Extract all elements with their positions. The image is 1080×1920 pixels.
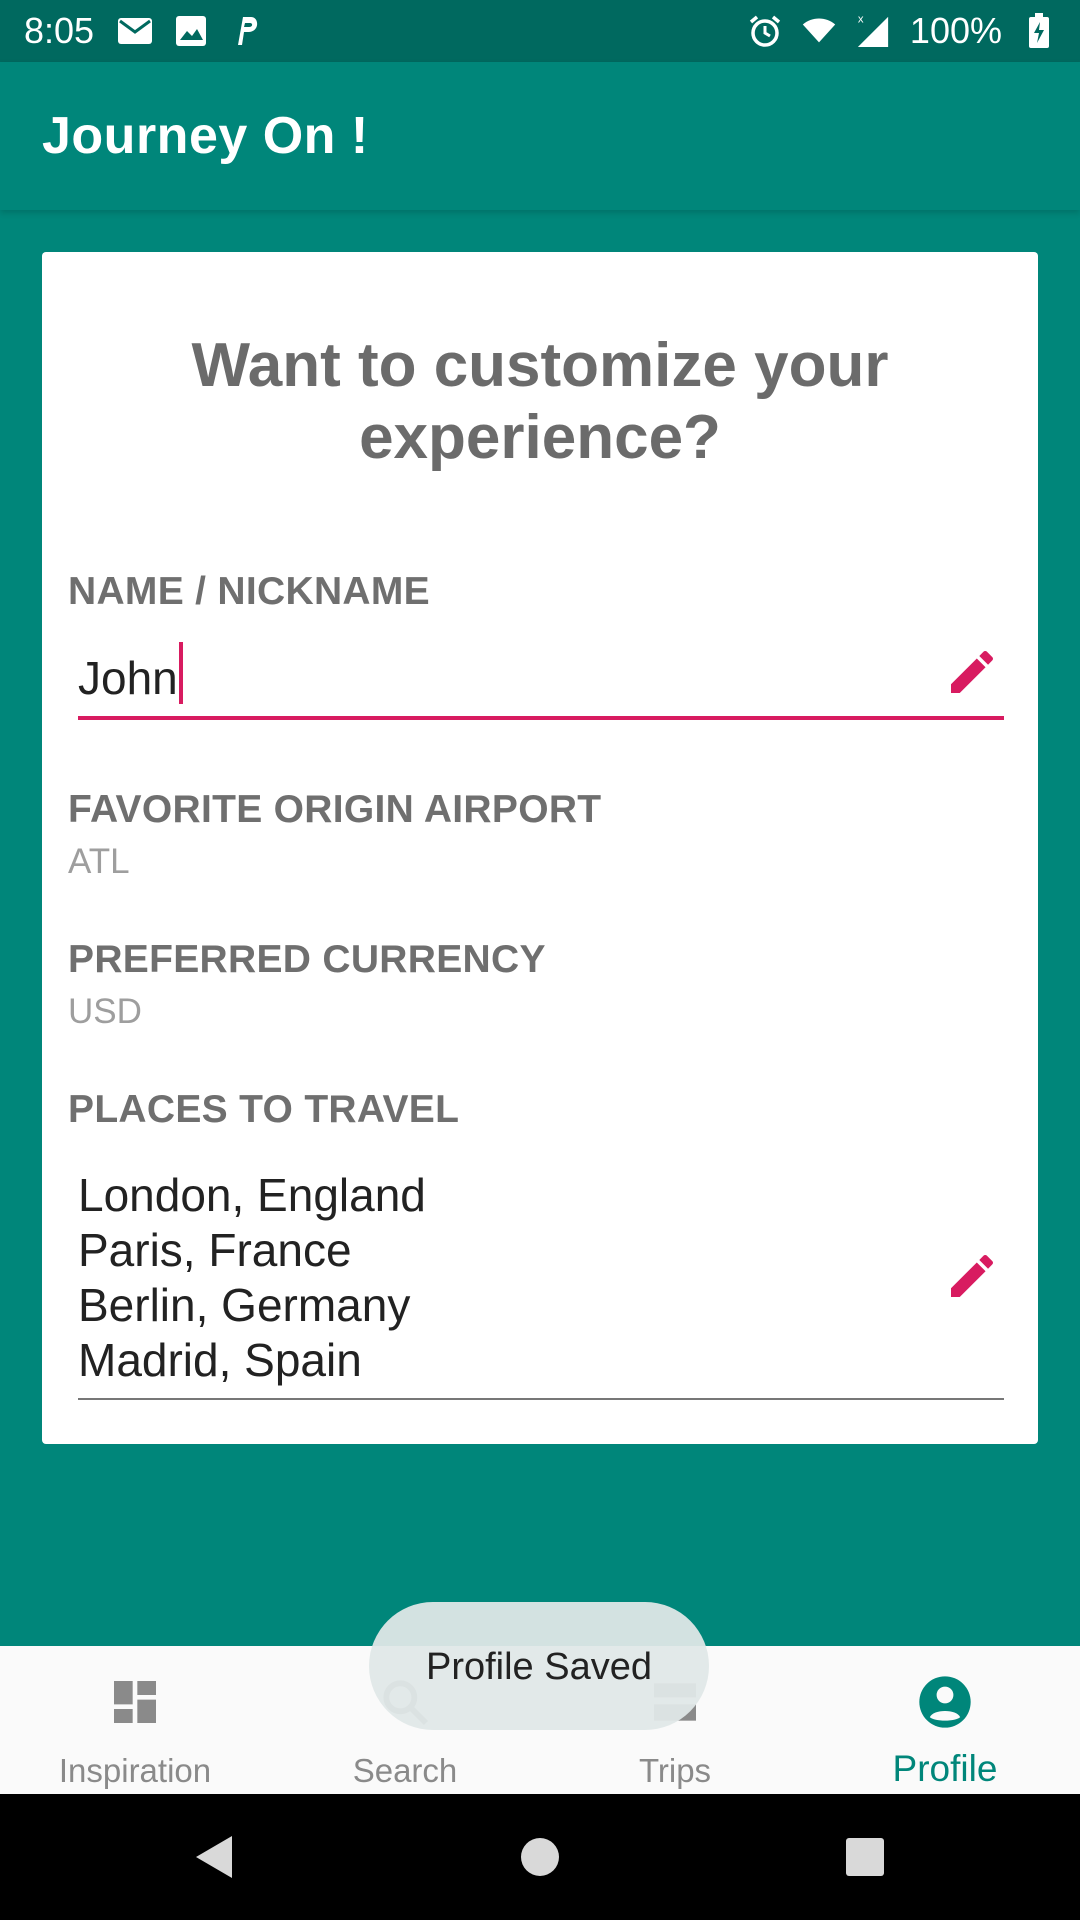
- card-heading: Want to customize your experience?: [42, 330, 1038, 474]
- battery-percent: 100%: [909, 10, 1002, 51]
- app-title: Journey On !: [42, 107, 369, 165]
- places-input[interactable]: London, England Paris, France Berlin, Ge…: [78, 1168, 1004, 1400]
- recents-icon[interactable]: [840, 1832, 890, 1882]
- edit-places-icon[interactable]: [944, 1248, 1000, 1304]
- name-label: NAME / NICKNAME: [68, 570, 430, 613]
- mail-icon: [118, 14, 153, 48]
- wifi-icon: [802, 14, 836, 48]
- card-heading-line-1: Want to customize your: [191, 331, 889, 400]
- system-navigation-bar: [0, 1794, 1080, 1920]
- profile-card: Want to customize your experience? NAME …: [42, 252, 1038, 1444]
- profile-icon: [919, 1676, 971, 1728]
- signal-icon: x: [856, 14, 890, 48]
- nav-item-inspiration[interactable]: Inspiration: [0, 1646, 270, 1794]
- name-value: John: [78, 652, 178, 704]
- app-bar: Journey On !: [0, 62, 1080, 210]
- place-item: Paris, France: [78, 1224, 352, 1276]
- image-icon: [174, 14, 208, 48]
- text-caret: [178, 642, 183, 704]
- toast-text: Profile Saved: [425, 1646, 652, 1688]
- places-label: PLACES TO TRAVEL: [68, 1088, 460, 1131]
- place-item: London, England: [78, 1169, 426, 1221]
- currency-label: PREFERRED CURRENCY: [68, 938, 546, 981]
- home-icon[interactable]: [515, 1832, 565, 1882]
- back-icon[interactable]: [190, 1832, 240, 1882]
- nav-label-inspiration: Inspiration: [58, 1752, 212, 1789]
- svg-text:x: x: [858, 14, 864, 26]
- place-item: Berlin, Germany: [78, 1279, 411, 1331]
- parking-icon: [230, 14, 264, 48]
- battery-icon: [1022, 13, 1056, 48]
- airport-label: FAVORITE ORIGIN AIRPORT: [68, 788, 602, 831]
- edit-name-icon[interactable]: [944, 644, 1000, 700]
- nav-label-trips: Trips: [638, 1752, 712, 1789]
- name-input[interactable]: John: [78, 632, 1004, 720]
- place-item: Madrid, Spain: [78, 1334, 362, 1386]
- currency-value[interactable]: USD: [68, 992, 142, 1032]
- airport-value[interactable]: ATL: [68, 842, 130, 882]
- toast-message: Profile Saved: [369, 1602, 709, 1730]
- dashboard-icon: [114, 1681, 156, 1723]
- card-heading-line-2: experience?: [359, 403, 721, 472]
- nav-label-profile: Profile: [892, 1748, 998, 1789]
- nav-item-profile[interactable]: Profile: [810, 1646, 1080, 1794]
- alarm-icon: [748, 14, 782, 48]
- status-time: 8:05: [24, 10, 95, 51]
- status-bar: 8:05 x 100%: [0, 0, 1080, 62]
- nav-label-search: Search: [352, 1752, 458, 1789]
